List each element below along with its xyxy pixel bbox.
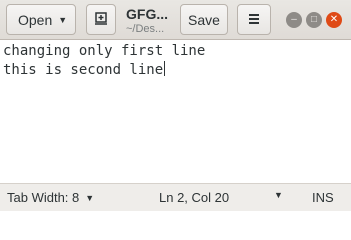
- maximize-button[interactable]: □: [306, 12, 322, 28]
- minimize-button[interactable]: –: [286, 12, 302, 28]
- text-editor[interactable]: changing only first line this is second …: [0, 40, 351, 183]
- document-path: ~/Des...: [126, 23, 165, 35]
- chevron-down-icon: ▼: [85, 193, 95, 203]
- editor-line-1-text: changing only first line: [3, 43, 206, 59]
- new-document-button[interactable]: [86, 4, 116, 35]
- chevron-down-icon: ▼: [58, 14, 68, 25]
- header-bar: Open ▼ GFG... ~/Des... Save – □ ✕: [0, 0, 351, 40]
- chevron-down-icon[interactable]: ▼: [274, 190, 283, 200]
- document-title: GFG...: [126, 6, 168, 22]
- editor-line-1[interactable]: changing only first line: [3, 42, 348, 61]
- open-button[interactable]: Open ▼: [6, 4, 76, 35]
- window-title: GFG... ~/Des...: [126, 6, 174, 36]
- text-cursor: [164, 61, 166, 76]
- cursor-position-selector[interactable]: Ln 2, Col 20: [159, 190, 229, 205]
- save-button[interactable]: Save: [180, 4, 228, 35]
- insert-mode-indicator[interactable]: INS: [312, 190, 334, 205]
- editor-line-2[interactable]: this is second line: [3, 61, 348, 80]
- menu-button[interactable]: [237, 4, 271, 35]
- status-bar: Tab Width: 8 ▼ Ln 2, Col 20 ▼ INS: [0, 183, 351, 211]
- new-document-icon: [93, 10, 109, 29]
- tab-width-label: Tab Width: 8: [7, 190, 80, 205]
- open-button-label: Open: [18, 11, 53, 28]
- tab-width-selector[interactable]: Tab Width: 8 ▼: [7, 190, 94, 205]
- close-button[interactable]: ✕: [326, 12, 342, 28]
- hamburger-menu-icon: [247, 12, 261, 28]
- editor-line-2-text: this is second line: [3, 62, 164, 78]
- cursor-position-label: Ln 2, Col 20: [159, 190, 230, 205]
